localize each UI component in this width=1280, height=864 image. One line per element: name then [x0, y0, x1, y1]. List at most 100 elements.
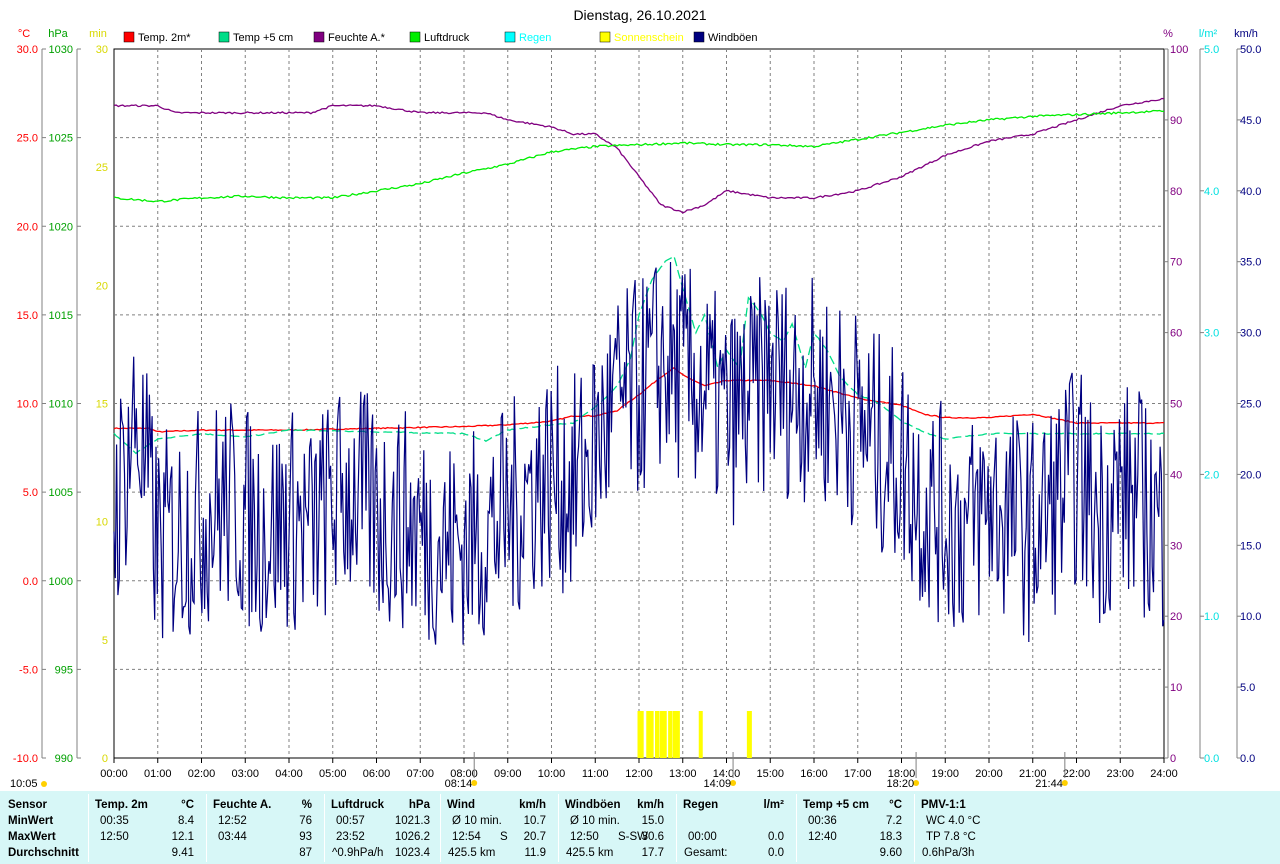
x-tick-label: 24:00	[1150, 768, 1178, 780]
summary-min-value: 76	[299, 815, 312, 827]
axis-tick-temp: 30.0	[17, 44, 38, 56]
footer-time: 10:05	[10, 778, 38, 790]
annotation-label: 18:20	[887, 778, 915, 790]
summary-avg-value: 0.0	[768, 847, 784, 859]
legend-swatch	[123, 31, 135, 43]
x-tick-label: 11:00	[582, 768, 609, 780]
x-tick-label: 20:00	[975, 768, 1003, 780]
chart-title: Dienstag, 26.10.2021	[573, 7, 706, 23]
x-tick-label: 13:00	[669, 768, 697, 780]
x-tick-label: 09:00	[494, 768, 522, 780]
x-tick-label: 06:00	[363, 768, 391, 780]
annotation-label: 14:09	[704, 778, 732, 790]
legend-swatch	[693, 31, 705, 43]
axis-tick-temp: 0.0	[23, 576, 38, 588]
summary-unit: km/h	[637, 799, 664, 811]
x-tick-label: 04:00	[275, 768, 303, 780]
x-tick-label: 01:00	[144, 768, 172, 780]
sunshine-bar	[646, 711, 652, 758]
summary-max-value: 1026.2	[394, 831, 430, 843]
summary-max-value: 20.7	[523, 831, 546, 843]
axis-tick-sunshine: 10	[96, 517, 108, 529]
x-tick-label: 03:00	[231, 768, 259, 780]
axis-tick-wind: 35.0	[1240, 257, 1261, 269]
axis-tick-sunshine: 0	[102, 753, 108, 765]
summary-avg-value: 9.41	[171, 847, 194, 859]
axis-tick-wind: 25.0	[1240, 399, 1261, 411]
x-tick-label: 19:00	[931, 768, 959, 780]
axis-unit-rain: l/m²	[1199, 28, 1218, 40]
axis-tick-pressure: 1005	[49, 487, 73, 499]
axis-tick-pressure: 1000	[49, 576, 73, 588]
summary-unit: hPa	[408, 799, 430, 811]
axis-tick-rain: 1.0	[1204, 611, 1219, 623]
sunshine-bar	[698, 711, 703, 758]
axis-tick-humidity: 30	[1170, 540, 1182, 552]
axis-unit-temp: °C	[18, 28, 30, 40]
x-tick-label: 12:00	[625, 768, 653, 780]
axis-unit-pressure: hPa	[48, 28, 68, 40]
axis-tick-pressure: 1025	[49, 133, 73, 145]
sunshine-bar	[663, 711, 667, 758]
summary-max-value: 93	[299, 831, 312, 843]
axis-tick-humidity: 50	[1170, 399, 1182, 411]
x-tick-label: 10:00	[538, 768, 566, 780]
summary-avg-value: 9.60	[879, 847, 902, 859]
sunshine-bar	[668, 711, 673, 758]
legend-label: Sonnenschein	[614, 32, 684, 44]
axis-tick-pressure: 1010	[49, 399, 73, 411]
summary-min-time: WC 4.0 °C	[926, 815, 981, 827]
legend-label: Windböen	[708, 32, 758, 44]
summary-panel: Sensor MinWert MaxWert Durchschnitt Temp…	[0, 791, 1280, 864]
axis-tick-humidity: 0	[1170, 753, 1176, 765]
axis-tick-wind: 15.0	[1240, 540, 1261, 552]
axis-tick-pressure: 1020	[49, 221, 73, 233]
axis-tick-humidity: 40	[1170, 469, 1182, 481]
row-label-max: MaxWert	[8, 831, 56, 843]
legend-label: Regen	[519, 32, 551, 44]
axis-unit-humidity: %	[1163, 28, 1173, 40]
axis-tick-wind: 5.0	[1240, 682, 1255, 694]
axis-tick-temp: 10.0	[17, 399, 38, 411]
axis-tick-pressure: 990	[55, 753, 73, 765]
summary-unit: °C	[181, 799, 194, 811]
axis-tick-rain: 0.0	[1204, 753, 1219, 765]
column-separator	[914, 794, 915, 862]
summary-avg-value: 11.9	[524, 847, 546, 859]
weather-chart: Dienstag, 26.10.2021 °C 30.0 25.0 20.0 15.0 10…	[10, 7, 1261, 790]
axis-unit-wind: km/h	[1234, 28, 1258, 40]
summary-unit: l/m²	[763, 799, 784, 811]
row-label-sensor: Sensor	[8, 799, 47, 811]
axis-tick-humidity: 10	[1170, 682, 1182, 694]
axis-tick-wind: 40.0	[1240, 186, 1261, 198]
summary-avg-value: 87	[299, 847, 312, 859]
row-label-avg: Durchschnitt	[8, 847, 79, 859]
annotation-label: 21:44	[1035, 778, 1063, 790]
axis-tick-rain: 2.0	[1204, 469, 1219, 481]
sunshine-bar	[650, 711, 654, 758]
axis-tick-humidity: 90	[1170, 115, 1182, 127]
x-tick-label: 22:00	[1063, 768, 1091, 780]
axis-unit-sunshine: min	[89, 28, 107, 40]
sunshine-bar	[676, 711, 680, 758]
axis-tick-pressure: 995	[55, 664, 73, 676]
axis-tick-temp: 5.0	[23, 487, 38, 499]
axis-tick-rain: 3.0	[1204, 328, 1219, 340]
axis-tick-sunshine: 5	[102, 635, 108, 647]
axis-tick-pressure: 1030	[49, 44, 73, 56]
legend-swatch	[504, 31, 516, 43]
axis-tick-temp: 15.0	[17, 310, 38, 322]
legend-label: Luftdruck	[424, 32, 470, 44]
axis-tick-sunshine: 25	[96, 162, 108, 174]
annotation-label: 08:14	[445, 778, 473, 790]
row-label-min: MinWert	[8, 815, 54, 827]
summary-max-value: 12.1	[171, 831, 194, 843]
legend-swatch	[218, 31, 230, 43]
legend-swatch	[599, 31, 611, 43]
summary-min-value: 7.2	[886, 815, 902, 827]
summary-unit: °C	[889, 799, 902, 811]
x-tick-label: 00:00	[100, 768, 128, 780]
x-tick-label: 17:00	[844, 768, 872, 780]
axis-tick-wind: 20.0	[1240, 469, 1261, 481]
axis-tick-rain: 5.0	[1204, 44, 1219, 56]
